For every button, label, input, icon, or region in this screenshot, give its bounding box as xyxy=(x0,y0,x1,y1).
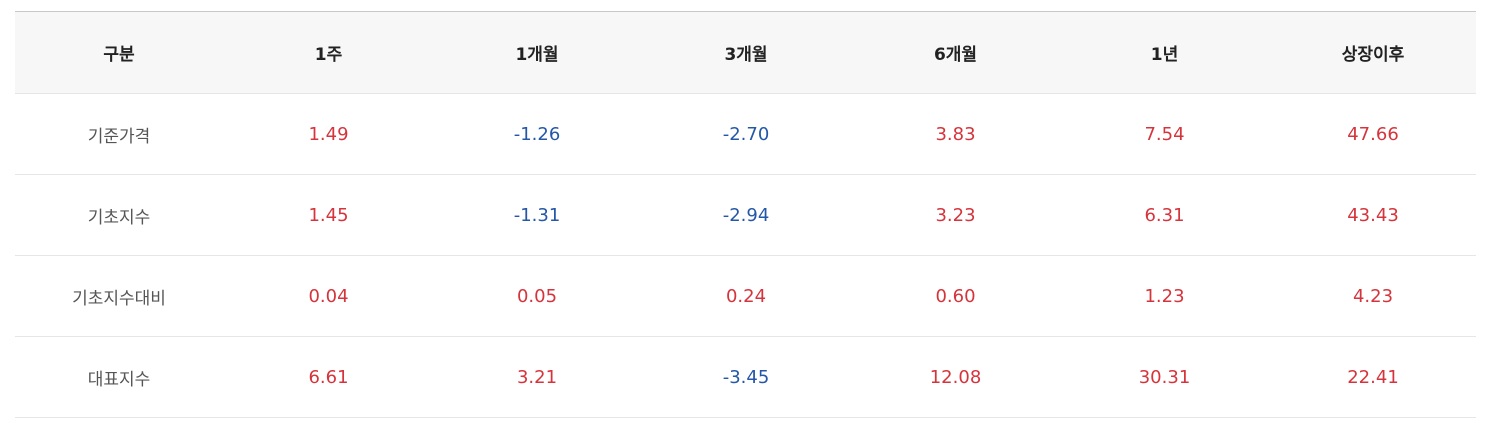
table-cell: 47.66 xyxy=(1270,93,1476,175)
table-cell: 3.21 xyxy=(434,336,640,418)
header-6-month: 6개월 xyxy=(852,11,1059,94)
table-cell: 3.23 xyxy=(852,174,1059,256)
table-cell: -2.70 xyxy=(640,93,852,175)
table-body: 기준가격 1.49 -1.26 -2.70 3.83 7.54 47.66 기초… xyxy=(15,93,1476,418)
table-cell: 1.23 xyxy=(1059,255,1270,337)
table-cell: 4.23 xyxy=(1270,255,1476,337)
table-cell: 12.08 xyxy=(852,336,1059,418)
header-1-year: 1년 xyxy=(1059,11,1270,94)
table-row: 기준가격 1.49 -1.26 -2.70 3.83 7.54 47.66 xyxy=(15,93,1476,175)
table-cell: 3.83 xyxy=(852,93,1059,175)
table-cell: 43.43 xyxy=(1270,174,1476,256)
table-cell: 30.31 xyxy=(1059,336,1270,418)
table-header: 구분 1주 1개월 3개월 6개월 1년 상장이후 xyxy=(15,11,1476,94)
table-cell: 1.45 xyxy=(223,174,434,256)
returns-table: 구분 1주 1개월 3개월 6개월 1년 상장이후 기준가격 1.49 -1.2… xyxy=(15,11,1476,418)
header-since-listing: 상장이후 xyxy=(1270,11,1476,94)
header-3-month: 3개월 xyxy=(640,11,852,94)
table-cell: 0.60 xyxy=(852,255,1059,337)
table-cell: 0.05 xyxy=(434,255,640,337)
table-cell: 0.04 xyxy=(223,255,434,337)
table-cell: -2.94 xyxy=(640,174,852,256)
table-cell: 7.54 xyxy=(1059,93,1270,175)
returns-table-container: 구분 1주 1개월 3개월 6개월 1년 상장이후 기준가격 1.49 -1.2… xyxy=(15,11,1476,418)
header-1-week: 1주 xyxy=(223,11,434,94)
table-cell: 22.41 xyxy=(1270,336,1476,418)
table-row: 대표지수 6.61 3.21 -3.45 12.08 30.31 22.41 xyxy=(15,336,1476,418)
table-cell: 6.31 xyxy=(1059,174,1270,256)
table-cell: 6.61 xyxy=(223,336,434,418)
header-row: 구분 1주 1개월 3개월 6개월 1년 상장이후 xyxy=(15,11,1476,94)
table-row: 기초지수 1.45 -1.31 -2.94 3.23 6.31 43.43 xyxy=(15,174,1476,256)
header-1-month: 1개월 xyxy=(434,11,640,94)
table-row: 기초지수대비 0.04 0.05 0.24 0.60 1.23 4.23 xyxy=(15,255,1476,337)
row-label: 대표지수 xyxy=(15,336,223,418)
row-label: 기준가격 xyxy=(15,93,223,175)
table-cell: -1.31 xyxy=(434,174,640,256)
row-label: 기초지수대비 xyxy=(15,255,223,337)
table-cell: 1.49 xyxy=(223,93,434,175)
row-label: 기초지수 xyxy=(15,174,223,256)
table-cell: -3.45 xyxy=(640,336,852,418)
table-cell: 0.24 xyxy=(640,255,852,337)
table-cell: -1.26 xyxy=(434,93,640,175)
header-category: 구분 xyxy=(15,11,223,94)
